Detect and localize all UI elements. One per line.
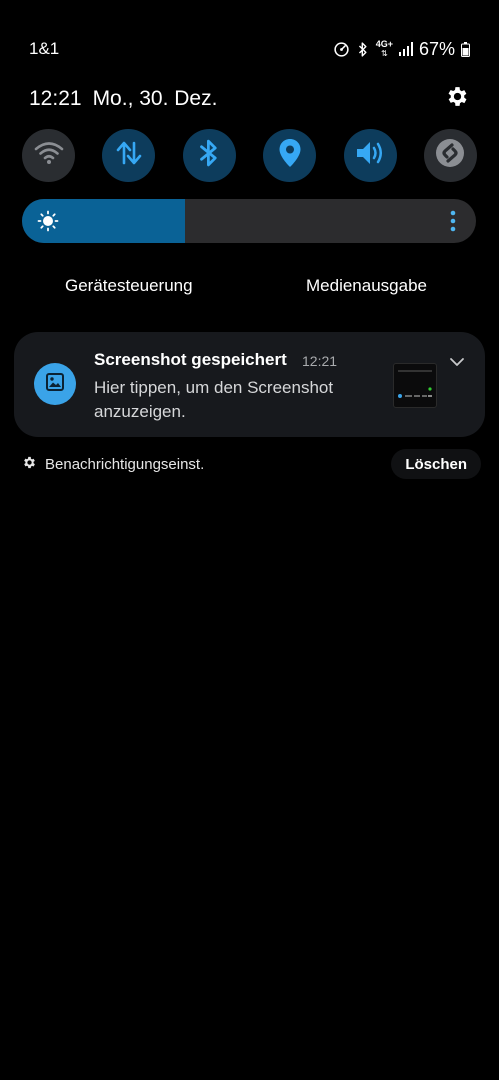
chevron-down-icon[interactable]: [449, 354, 465, 372]
notification-settings-button[interactable]: Benachrichtigungseinst.: [22, 455, 204, 474]
wifi-icon: [34, 140, 64, 171]
quick-settings: [22, 129, 477, 183]
sound-icon: [355, 139, 385, 172]
bluetooth-toggle[interactable]: [182, 129, 236, 182]
notification-title: Screenshot gespeichert: [94, 350, 287, 369]
brightness-slider[interactable]: [22, 199, 476, 243]
more-options-icon[interactable]: [450, 210, 456, 237]
data-saver-icon: [333, 41, 350, 58]
datetime[interactable]: 12:21 Mo., 30. Dez.: [29, 87, 217, 111]
battery-percent: 67%: [418, 38, 455, 59]
sun-icon: [37, 210, 59, 237]
screenshot-thumbnail[interactable]: [393, 363, 437, 408]
notification-body: Hier tippen, um den Screenshot anzuzeige…: [94, 378, 334, 421]
mobile-data-icon: [115, 139, 143, 172]
media-output-button[interactable]: Medienausgabe: [306, 276, 427, 296]
wifi-toggle[interactable]: [22, 129, 75, 182]
notification-app-icon: [34, 363, 76, 405]
status-bar: 1&1 4G+ ⇅ 67%: [29, 36, 470, 62]
notification-settings-label: Benachrichtigungseinst.: [45, 456, 205, 473]
date: Mo., 30. Dez.: [92, 87, 218, 110]
gear-icon[interactable]: [445, 84, 470, 114]
header-row: 12:21 Mo., 30. Dez.: [29, 84, 470, 114]
carrier-label: 1&1: [29, 39, 60, 58]
clear-button[interactable]: Löschen: [391, 449, 481, 479]
notification-footer: Benachrichtigungseinst. Löschen: [22, 448, 481, 480]
battery-icon: [461, 41, 470, 57]
network-4g-icon: 4G+ ⇅: [375, 39, 393, 59]
bluetooth-icon: [199, 138, 219, 173]
mobile-data-toggle[interactable]: [102, 129, 156, 182]
image-icon: [45, 372, 65, 397]
gear-icon: [22, 455, 37, 474]
media-row: Gerätesteuerung Medienausgabe: [0, 276, 499, 300]
shazam-toggle[interactable]: [423, 129, 477, 182]
location-icon: [278, 138, 302, 173]
sound-toggle[interactable]: [343, 129, 397, 182]
location-toggle[interactable]: [263, 129, 317, 182]
signal-icon: [398, 42, 413, 56]
device-control-button[interactable]: Gerätesteuerung: [65, 276, 193, 296]
clock: 12:21: [29, 87, 82, 110]
shazam-icon: [434, 137, 466, 174]
status-icons: 4G+ ⇅ 67%: [333, 39, 470, 60]
bluetooth-icon: [356, 41, 370, 58]
notification-time: 12:21: [302, 353, 338, 369]
screenshot-notification[interactable]: Screenshot gespeichert 12:21 Hier tippen…: [14, 332, 485, 437]
